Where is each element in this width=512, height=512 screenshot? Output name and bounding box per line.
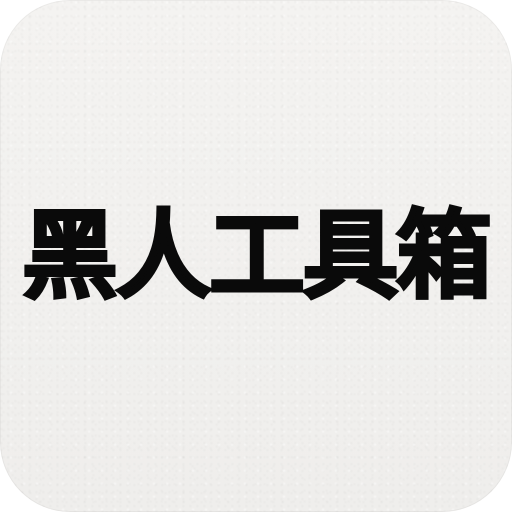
app-icon[interactable]: 黑人工具箱 — [0, 0, 512, 512]
screen: 黑人工具箱 — [0, 0, 512, 512]
app-name-label: 黑人工具箱 — [21, 200, 494, 312]
